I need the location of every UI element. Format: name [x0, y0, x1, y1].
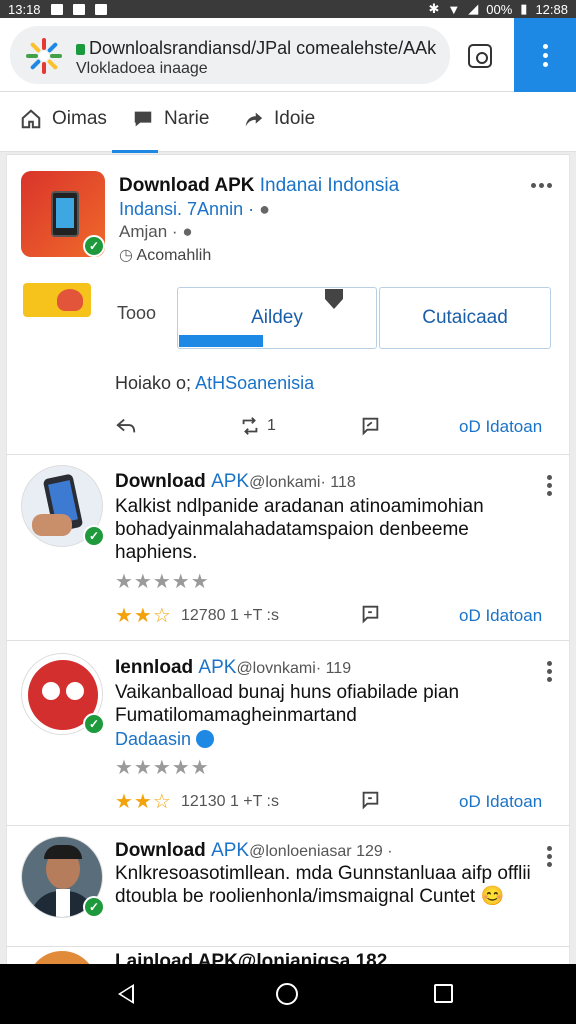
back-icon[interactable]	[118, 984, 134, 1004]
reply-button[interactable]	[115, 415, 137, 437]
status-time: 13:18	[8, 1, 41, 17]
post-title[interactable]: Lainload APK@lonianigsa 182	[115, 951, 387, 964]
post-card: ✓ Download APK@lonkami· 118 Kalkist ndlp…	[6, 455, 570, 640]
post-card: ✓ Download APK@lonloeniasar 129 · Knlkre…	[6, 826, 570, 946]
globe-icon: ●	[182, 222, 193, 241]
notification-icon	[50, 3, 63, 15]
rating-count: 12780 1 +T :s	[181, 607, 279, 624]
browser-menu-button[interactable]	[514, 18, 576, 92]
verified-icon: ✓	[83, 713, 105, 735]
more-options-icon[interactable]	[547, 475, 552, 496]
url-text[interactable]: Downloalsrandiansd/JPal comealehste/AAk	[76, 38, 446, 59]
comment-icon	[134, 111, 152, 127]
verified-badge-icon	[196, 730, 215, 748]
promo-image	[23, 283, 91, 317]
wifi-icon: ▼	[447, 1, 461, 17]
repost-button[interactable]: 1	[239, 415, 276, 437]
featured-meta: Amjan · ●	[119, 222, 193, 241]
tool-label: Tooo	[117, 303, 157, 323]
avatar[interactable]	[27, 951, 97, 964]
comment-button[interactable]	[359, 603, 381, 625]
comment-button[interactable]	[359, 789, 381, 811]
verified-icon: ✓	[83, 896, 105, 918]
user-rating-stars: ★★☆	[115, 791, 172, 813]
user-rating-stars: ★★☆	[115, 605, 172, 627]
battery-icon: ▮	[520, 1, 528, 16]
shield-icon	[94, 3, 107, 15]
featured-subtitle: Indansi. 7Annin · ●	[119, 199, 270, 219]
tab-share[interactable]: Idoie	[242, 108, 315, 130]
verified-icon: ✓	[83, 235, 105, 257]
tab-switcher-button[interactable]	[468, 44, 492, 68]
post-text: Kalkist ndlpanide aradanan atinoamimohia…	[115, 496, 484, 563]
browser-toolbar: Downloalsrandiansd/JPal comealehste/AAk …	[0, 18, 576, 92]
share-arrow-icon	[245, 112, 263, 127]
action-link[interactable]: oD Idatoan	[459, 792, 542, 812]
verified-icon: ✓	[83, 525, 105, 547]
smile-emoji-icon: 😊	[480, 886, 505, 907]
secondary-action-button[interactable]: Cutaicaad	[379, 287, 551, 349]
post-title[interactable]: Download APK@lonloeniasar 129 ·	[115, 840, 393, 862]
home-icon	[21, 109, 41, 129]
featured-time: ◷ Acomahlih	[119, 247, 212, 264]
more-options-icon[interactable]	[547, 661, 552, 682]
rating-stars: ★★★★★	[115, 757, 210, 779]
globe-icon: ●	[259, 199, 270, 219]
featured-footer: Hoiako o; AtHSoanenisia	[115, 373, 315, 393]
post-text: Knlkresoasotimllean. mda Gunnstanluaa ai…	[115, 863, 531, 907]
more-options-icon[interactable]	[531, 183, 552, 188]
action-link[interactable]: oD Idatoan	[459, 417, 542, 437]
tab-comments[interactable]: Narie	[132, 108, 209, 130]
download-progress-bar	[179, 335, 263, 347]
nav-tabs: Oimas Narie Idoie	[0, 92, 576, 152]
status-bar: 13:18 ✱ ▼ ◢ 00% ▮ 12:88	[0, 0, 576, 18]
reply-icon	[116, 418, 136, 433]
rating-count: 12130 1 +T :s	[181, 793, 279, 810]
recent-apps-icon[interactable]	[434, 984, 453, 1003]
footer-link[interactable]: AtHSoanenisia	[195, 373, 314, 393]
featured-app-card: ✓ Download APK Indanai Indonsia Indansi.…	[6, 154, 570, 454]
signal-icon: ◢	[468, 1, 479, 16]
clock-icon: ◷	[119, 247, 133, 264]
address-bar[interactable]: Downloalsrandiansd/JPal comealehste/AAk …	[10, 26, 450, 84]
home-button-icon[interactable]	[276, 983, 298, 1005]
comment-icon	[362, 417, 379, 436]
post-card-partial: Lainload APK@lonianigsa 182	[6, 947, 570, 964]
active-tab-indicator	[112, 150, 158, 153]
page-subtitle: Vlokladoea inaage	[76, 60, 208, 77]
comment-icon	[362, 605, 379, 624]
status-clock: 12:88	[535, 1, 568, 17]
comment-icon	[362, 791, 379, 810]
tab-home[interactable]: Oimas	[20, 108, 107, 130]
bluetooth-icon: ✱	[428, 1, 440, 16]
site-logo-icon	[26, 38, 62, 74]
system-navigation-bar	[0, 964, 576, 1024]
post-tag[interactable]: Dadaasin	[115, 729, 215, 750]
comment-button[interactable]	[359, 415, 381, 437]
action-link[interactable]: oD Idatoan	[459, 606, 542, 626]
post-title[interactable]: Iennload APK@lovnkami· 119	[115, 657, 351, 679]
post-title[interactable]: Download APK@lonkami· 118	[115, 471, 356, 493]
post-text: Vaikanbalload bunaj huns ofiabilade pian…	[115, 682, 460, 726]
lock-icon	[76, 44, 85, 55]
featured-title[interactable]: Download APK Indanai Indonsia	[119, 175, 399, 197]
rating-stars: ★★★★★	[115, 571, 210, 593]
post-card: ✓ Iennload APK@lovnkami· 119 Vaikanballo…	[6, 641, 570, 825]
document-icon	[72, 3, 85, 15]
battery-level: 00%	[486, 1, 513, 17]
repost-icon	[242, 417, 258, 435]
